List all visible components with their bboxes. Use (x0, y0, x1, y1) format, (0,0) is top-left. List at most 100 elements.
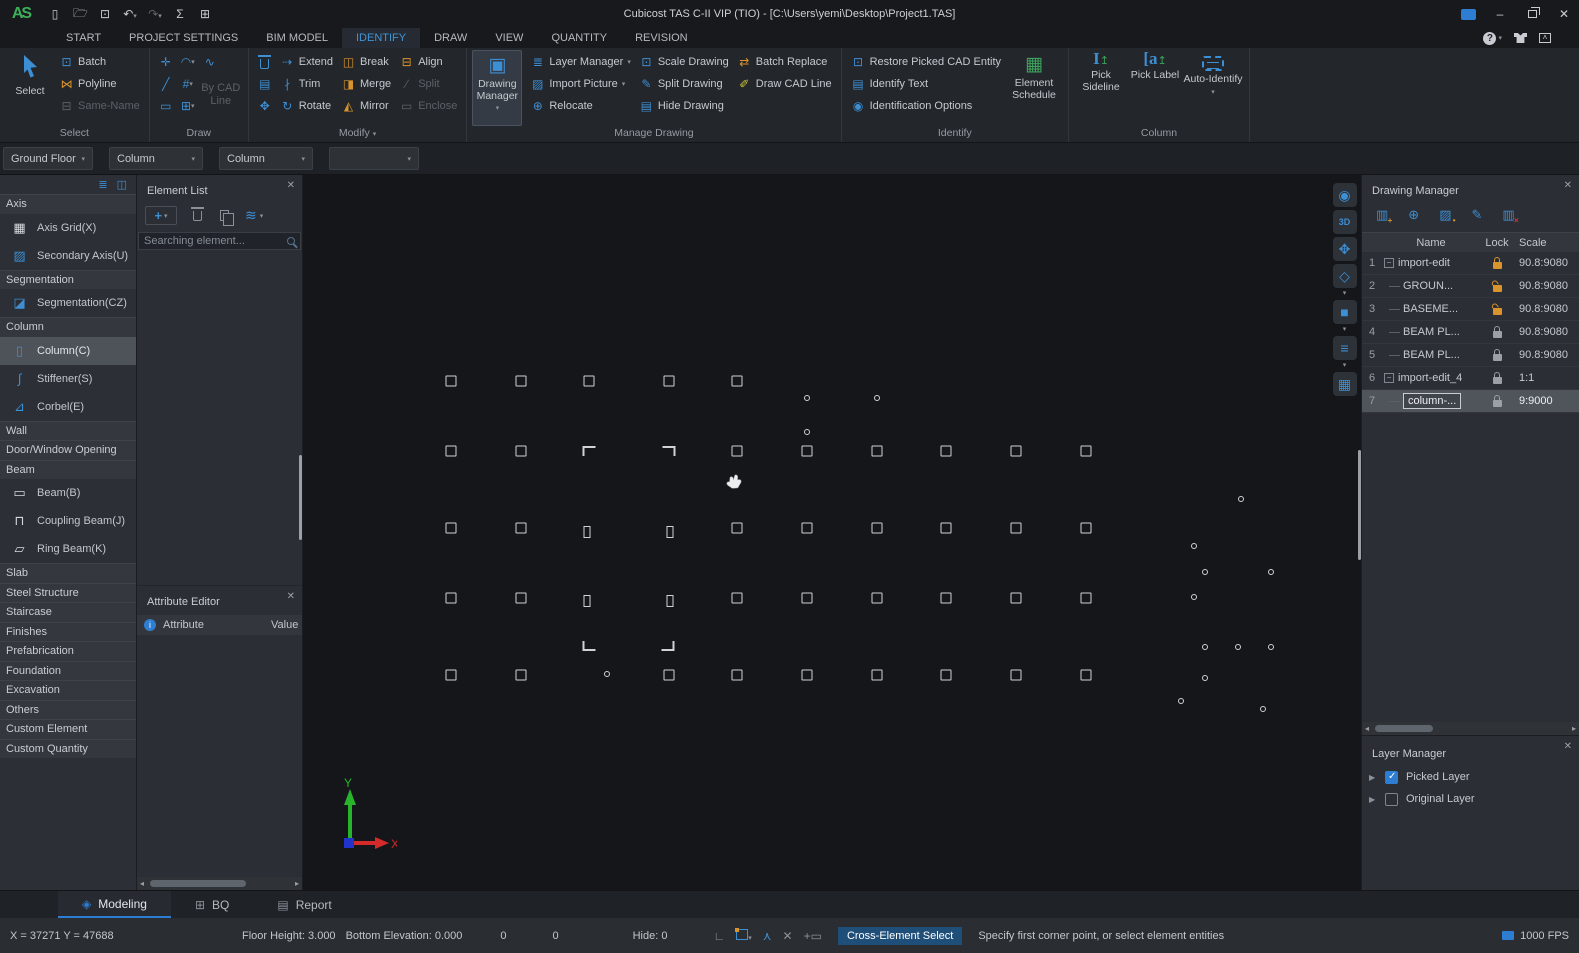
mirror-button[interactable]: ◭Mirror (337, 95, 395, 117)
sidebar-item-secondary-axis-u[interactable]: ▨Secondary Axis(U) (0, 242, 136, 270)
drawing-row-3[interactable]: 3BASEME...90.8:9080 (1362, 298, 1579, 321)
sidebar-section-wall[interactable]: Wall (0, 421, 136, 441)
drawing-picture-icon[interactable]: ▨• (1439, 207, 1451, 223)
wireframe-view-tool[interactable]: ◇ (1333, 264, 1357, 288)
element-layers-icon[interactable]: ≋▾ (245, 207, 263, 224)
feedback-icon[interactable] (1453, 3, 1483, 25)
workspace-icon[interactable]: ⊞ (198, 7, 212, 21)
dm-scroll-left-icon[interactable]: ◂ (1365, 724, 1369, 733)
close-button[interactable]: ✕ (1549, 3, 1579, 25)
tab-identify[interactable]: IDENTIFY (342, 28, 420, 48)
snap-icon[interactable]: ⋏ (763, 929, 772, 943)
sidebar-section-excavation[interactable]: Excavation (0, 680, 136, 700)
expand-arrow-icon[interactable]: ▶ (1369, 795, 1377, 804)
drawing-name-cell[interactable]: BASEME... (1382, 303, 1480, 315)
locked-icon[interactable] (1493, 331, 1502, 338)
scroll-left-icon[interactable]: ◂ (140, 879, 144, 888)
rotate-button[interactable]: ↻Rotate (276, 95, 337, 117)
undo-icon[interactable]: ↶▾ (123, 7, 137, 21)
unlocked-icon[interactable] (1493, 308, 1502, 315)
drawing-row-6[interactable]: 6−import-edit_41:1 (1362, 367, 1579, 390)
relocate-button[interactable]: ⊕Relocate (526, 95, 635, 117)
drawing-name-cell[interactable]: −import-edit (1382, 257, 1480, 269)
drawing-name-cell[interactable]: column-... (1382, 393, 1480, 409)
collapse-node-icon[interactable]: − (1384, 373, 1394, 383)
lock-cell[interactable] (1480, 304, 1514, 315)
unlocked-icon[interactable] (1493, 285, 1502, 292)
layer-row-picked-layer[interactable]: ▶Picked Layer (1362, 766, 1579, 788)
orbit-tool[interactable]: ◉ (1333, 183, 1357, 207)
batch-replace-button[interactable]: ⇄Batch Replace (733, 51, 836, 73)
select-button[interactable]: Select (5, 50, 55, 126)
add-drawing-icon[interactable]: ▥+ (1376, 207, 1388, 223)
delete-drawing-icon[interactable]: ▥× (1502, 207, 1514, 223)
layer-row-original-layer[interactable]: ▶Original Layer (1362, 788, 1579, 810)
drawing-canvas[interactable]: ◉3D✥◇▾■▾≡▾▦ Y X (303, 175, 1361, 890)
locked-icon[interactable] (1493, 400, 1502, 407)
layer-manager-close-icon[interactable]: ✕ (1564, 741, 1572, 752)
hide-drawing-button[interactable]: ▤Hide Drawing (635, 95, 733, 117)
add-element-button[interactable]: +▾ (145, 206, 177, 225)
disable-snap-icon[interactable]: ✕ (783, 929, 793, 943)
open-file-icon[interactable]: 🗁︎ (73, 4, 87, 25)
identification-options-button[interactable]: ◉Identification Options (847, 95, 1005, 117)
sidebar-section-column[interactable]: Column (0, 317, 136, 337)
pan-hand-tool[interactable]: ✥ (1333, 237, 1357, 261)
by-cad-line-button[interactable]: By CAD Line (199, 73, 243, 117)
sidebar-item-segmentation-cz[interactable]: ◪Segmentation(CZ) (0, 289, 136, 317)
drawing-row-5[interactable]: 5BEAM PL...90.8:9080 (1362, 344, 1579, 367)
scroll-right-icon[interactable]: ▸ (295, 879, 299, 888)
sidebar-item-corbel-e[interactable]: ⊿Corbel(E) (0, 393, 136, 421)
restore-picked-cad-entity-button[interactable]: ⊡Restore Picked CAD Entity (847, 51, 1005, 73)
add-point-icon[interactable]: +▭ (804, 929, 822, 943)
search-icon[interactable] (287, 237, 295, 245)
selection-mode-badge[interactable]: Cross-Element Select (838, 927, 962, 945)
tab-start[interactable]: START (52, 28, 115, 48)
drawing-name-cell[interactable]: GROUN... (1382, 280, 1480, 292)
tab-bim-model[interactable]: BIM MODEL (252, 28, 342, 48)
layer-stack-tool[interactable]: ≡ (1333, 336, 1357, 360)
sidebar-section-custom-quantity[interactable]: Custom Quantity (0, 739, 136, 759)
sidebar-item-coupling-beam-j[interactable]: ⊓Coupling Beam(J) (0, 507, 136, 535)
layer-manager-button[interactable]: ≣Layer Manager▾ (526, 51, 635, 73)
sidebar-section-segmentation[interactable]: Segmentation (0, 270, 136, 290)
sidebar-item-axis-grid-x[interactable]: ▦Axis Grid(X) (0, 214, 136, 242)
element-search-input[interactable]: Searching element... (138, 232, 301, 250)
list-view-icon[interactable]: ≣ (98, 178, 107, 191)
canvas-vscrollbar[interactable] (1358, 450, 1361, 560)
workspace-tab-bq[interactable]: ⊞BQ (171, 891, 253, 918)
workspace-tab-modeling[interactable]: ◈Modeling (58, 891, 171, 918)
attribute-editor-close-icon[interactable]: ✕ (287, 591, 295, 602)
extra-select[interactable]: ▾ (329, 147, 419, 170)
tab-view[interactable]: VIEW (481, 28, 537, 48)
draw-rect-icon[interactable]: ▭ (155, 95, 177, 117)
sidebar-section-axis[interactable]: Axis (0, 194, 136, 214)
box-select-icon[interactable]: ▾ (736, 929, 752, 943)
ortho-icon[interactable]: ∟ (713, 929, 725, 943)
draw-hatch-icon[interactable]: #▾ (177, 73, 199, 95)
draw-grid-icon[interactable]: ⊞▾ (177, 95, 199, 117)
new-file-icon[interactable]: ▯ (48, 7, 62, 21)
enclose-button[interactable]: ▭Enclose (395, 95, 461, 117)
import-picture-button[interactable]: ▨Import Picture▾ (526, 73, 635, 95)
drawing-row-1[interactable]: 1−import-edit90.8:9080 (1362, 252, 1579, 275)
drawing-name-cell[interactable]: BEAM PL... (1382, 349, 1480, 361)
drawing-row-7[interactable]: 7column-...9:9000 (1362, 390, 1579, 413)
draw-arc-icon[interactable]: ◠▾ (177, 51, 199, 73)
sum-icon[interactable]: Σ (173, 7, 187, 21)
sidebar-item-column-c[interactable]: ▯Column(C) (0, 337, 136, 365)
drawing-row-4[interactable]: 4BEAM PL...90.8:9080 (1362, 321, 1579, 344)
sidebar-section-custom-element[interactable]: Custom Element (0, 719, 136, 739)
redo-icon[interactable]: ↷▾ (148, 7, 162, 21)
sidebar-item-beam-b[interactable]: ▭Beam(B) (0, 479, 136, 507)
view-3d-tool[interactable]: 3D (1333, 210, 1357, 234)
collapse-ribbon-icon[interactable]: ˄ (1539, 33, 1551, 43)
draw-point-icon[interactable]: ✛ (155, 51, 177, 73)
edit-drawing-icon[interactable]: ✎ (1472, 207, 1483, 223)
layer-checkbox[interactable] (1385, 771, 1398, 784)
sidebar-section-others[interactable]: Others (0, 700, 136, 720)
minimize-button[interactable]: – (1485, 3, 1515, 25)
schedule-grid-tool[interactable]: ▦ (1333, 372, 1357, 396)
tab-revision[interactable]: REVISION (621, 28, 702, 48)
lock-cell[interactable] (1480, 327, 1514, 338)
